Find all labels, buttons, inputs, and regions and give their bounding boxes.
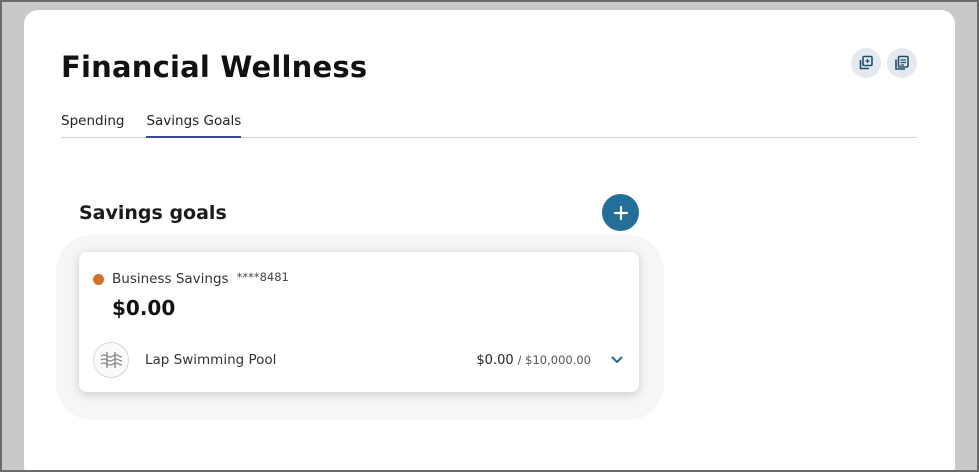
expand-goal-button[interactable] [609, 352, 625, 368]
account-header: Business Savings ****8481 [93, 270, 289, 287]
savings-goals-heading: Savings goals [79, 202, 227, 224]
account-color-dot [93, 273, 104, 285]
financial-wellness-card: Financial Wellness Spending Savings Goal… [24, 10, 955, 472]
savings-account-card: Business Savings ****8481 $0.00 Lap Swim… [79, 252, 639, 392]
goal-icon-badge [93, 342, 129, 378]
swimming-pool-icon [100, 352, 122, 368]
goal-name: Lap Swimming Pool [145, 352, 277, 368]
account-number: ****8481 [236, 270, 289, 284]
goal-current-amount: $0.00 [476, 352, 514, 368]
document-list-icon [895, 55, 909, 70]
account-name: Business Savings [112, 271, 229, 287]
account-balance: $0.00 [112, 296, 176, 320]
copy-icon [859, 55, 873, 70]
header-actions [851, 48, 917, 78]
add-savings-goal-button[interactable] [602, 194, 639, 231]
chevron-down-icon [611, 356, 623, 363]
goal-progress-amounts: $0.00 / $10,000.00 [476, 353, 591, 368]
tab-bar: Spending Savings Goals [61, 108, 917, 138]
savings-goal-row[interactable]: Lap Swimming Pool $0.00 / $10,000.00 [93, 342, 625, 378]
tab-savings-goals[interactable]: Savings Goals [146, 108, 242, 138]
page-title: Financial Wellness [61, 50, 368, 84]
document-list-button[interactable] [887, 48, 917, 78]
tab-spending[interactable]: Spending [61, 108, 124, 138]
copy-button[interactable] [851, 48, 881, 78]
plus-icon [613, 205, 628, 220]
goal-target-amount: / $10,000.00 [517, 352, 591, 367]
